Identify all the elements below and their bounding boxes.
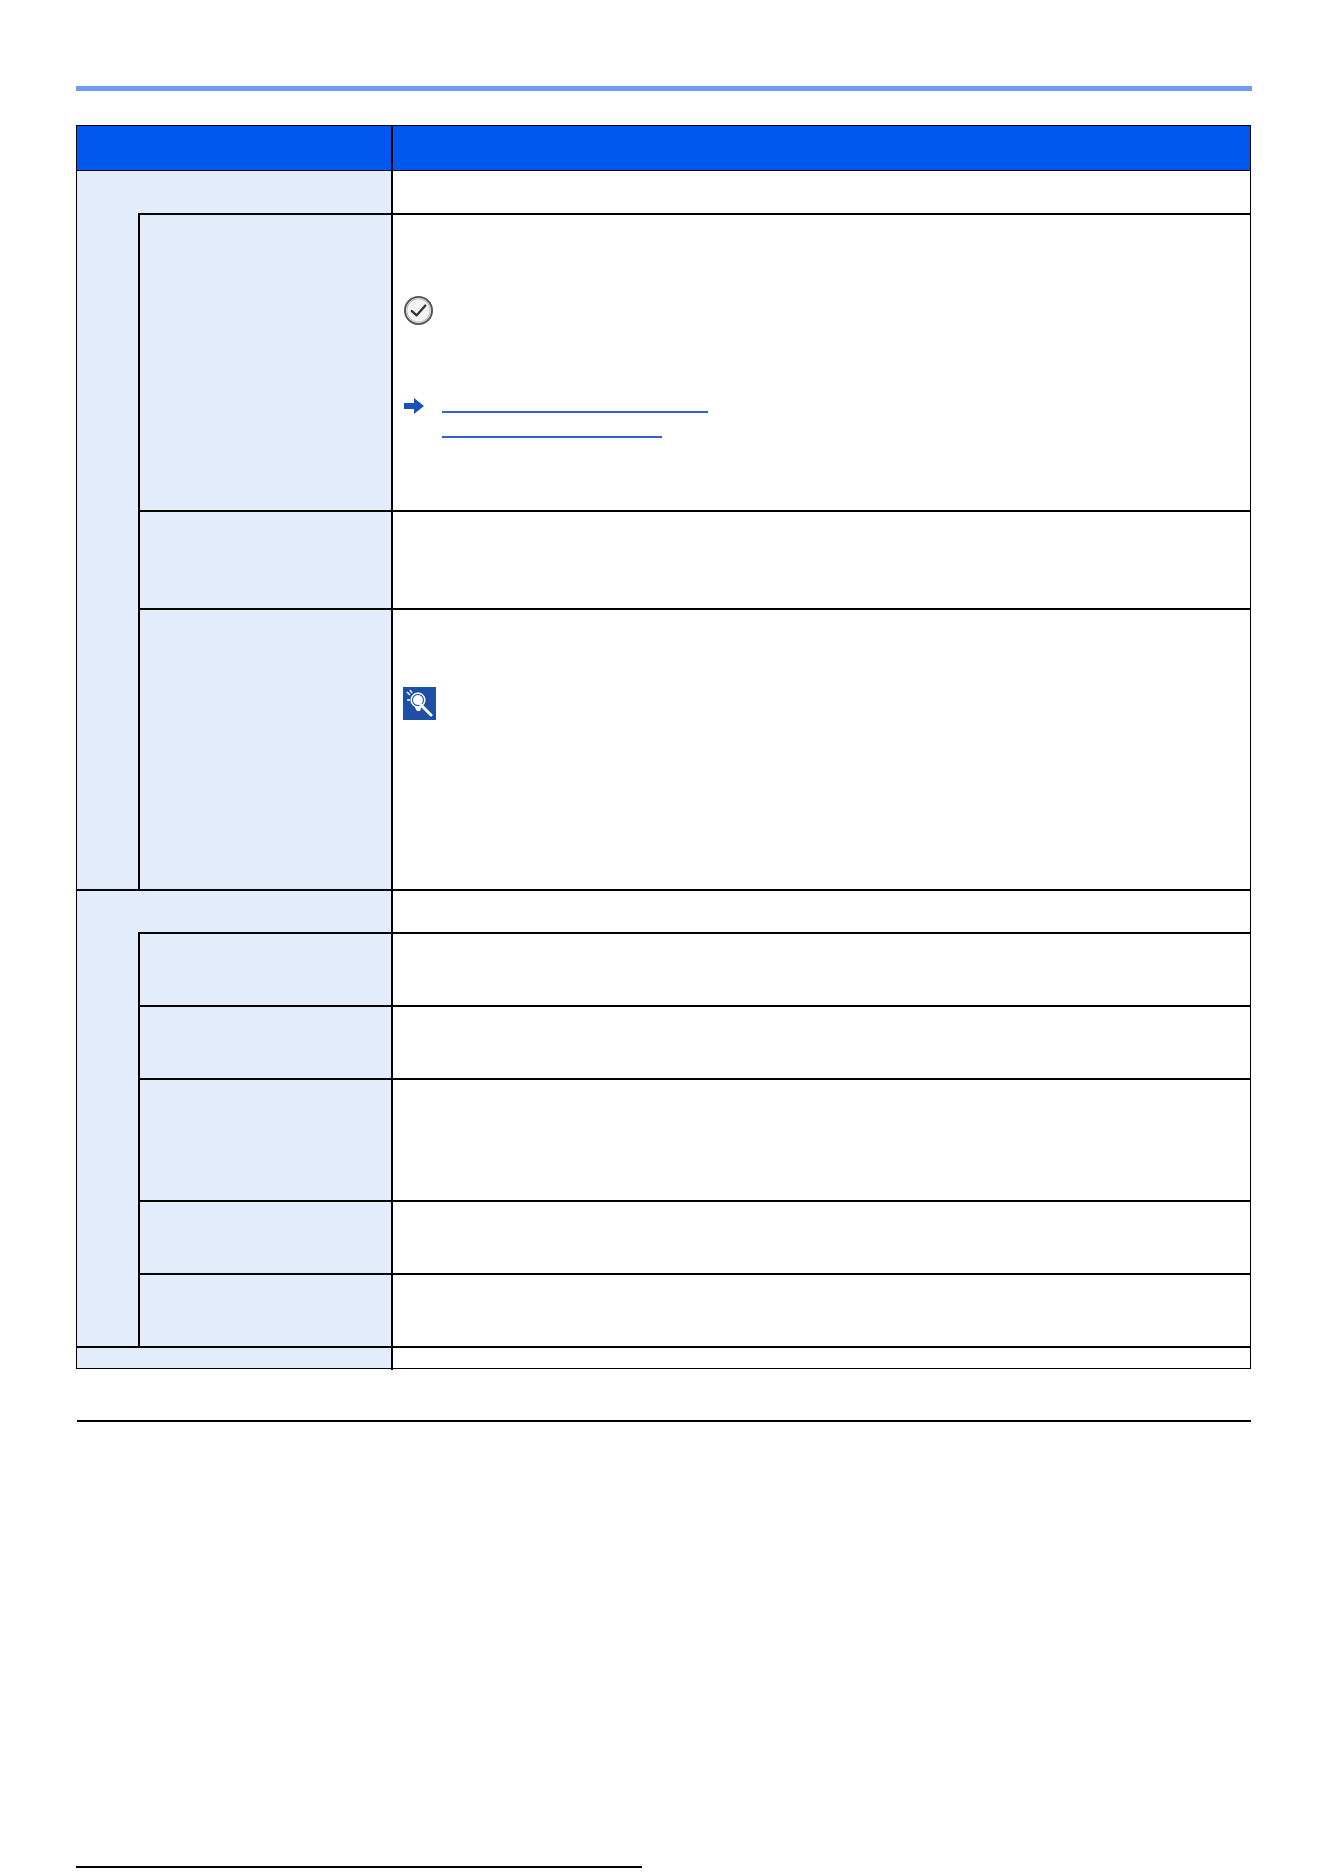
header-divider bbox=[391, 126, 393, 170]
row-separator bbox=[138, 1200, 1251, 1202]
row-separator bbox=[391, 932, 1251, 934]
row-separator bbox=[138, 510, 1251, 512]
row-separator bbox=[138, 1005, 1251, 1007]
row-separator bbox=[138, 608, 1251, 610]
label-column-group-2 bbox=[77, 889, 391, 1349]
subcolumn-divider-1 bbox=[138, 213, 140, 889]
reference-link[interactable] bbox=[442, 411, 708, 413]
row-separator bbox=[77, 1420, 1251, 1422]
check-circle-icon bbox=[403, 295, 434, 326]
row-separator bbox=[138, 932, 391, 934]
arrow-right-icon bbox=[404, 398, 424, 414]
label-column-group-1 bbox=[77, 171, 391, 889]
subcolumn-divider-2 bbox=[138, 932, 140, 1348]
settings-table bbox=[76, 125, 1251, 1422]
label-column-fill bbox=[77, 1348, 391, 1368]
row-separator bbox=[391, 213, 1251, 215]
table-header-row bbox=[77, 126, 1250, 171]
row-separator bbox=[77, 1346, 1251, 1348]
top-rule bbox=[76, 86, 1252, 91]
row-separator bbox=[138, 1078, 1251, 1080]
row-separator bbox=[77, 889, 1251, 891]
row-separator bbox=[138, 1273, 1251, 1275]
reference-link[interactable] bbox=[442, 436, 662, 438]
row-separator bbox=[138, 213, 391, 215]
lightbulb-tip-icon bbox=[403, 687, 436, 720]
column-divider bbox=[391, 171, 393, 1370]
footer-rule bbox=[76, 1866, 642, 1868]
